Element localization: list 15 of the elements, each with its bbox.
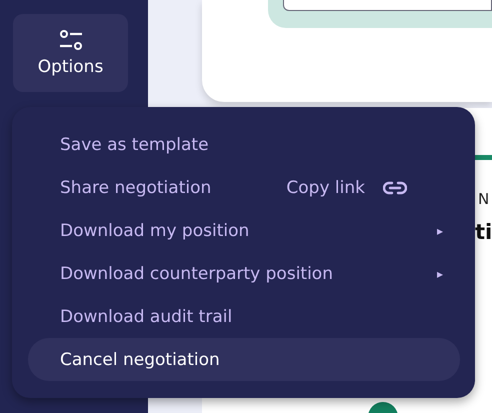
section-title: ti	[475, 220, 492, 244]
menu-item[interactable]: Cancel negotiation	[28, 338, 460, 381]
link-icon[interactable]	[383, 180, 407, 194]
menu-item[interactable]: Download my position ▸	[28, 209, 459, 252]
menu-item[interactable]: Share negotiation	[60, 178, 286, 198]
submenu-arrow: ▸	[436, 266, 443, 280]
menu-item[interactable]: Download counterparty position ▸	[28, 252, 459, 295]
text-field[interactable]	[283, 0, 492, 11]
sliders-icon	[58, 29, 82, 51]
section-label: N	[478, 190, 490, 208]
copy-link-button[interactable]: Copy link	[286, 178, 365, 198]
menu-item[interactable]: Save as template	[28, 123, 459, 166]
options-button[interactable]: Options	[13, 14, 128, 92]
menu-item[interactable]: Download audit trail	[28, 295, 459, 338]
submenu-arrow: ▸	[436, 224, 443, 238]
